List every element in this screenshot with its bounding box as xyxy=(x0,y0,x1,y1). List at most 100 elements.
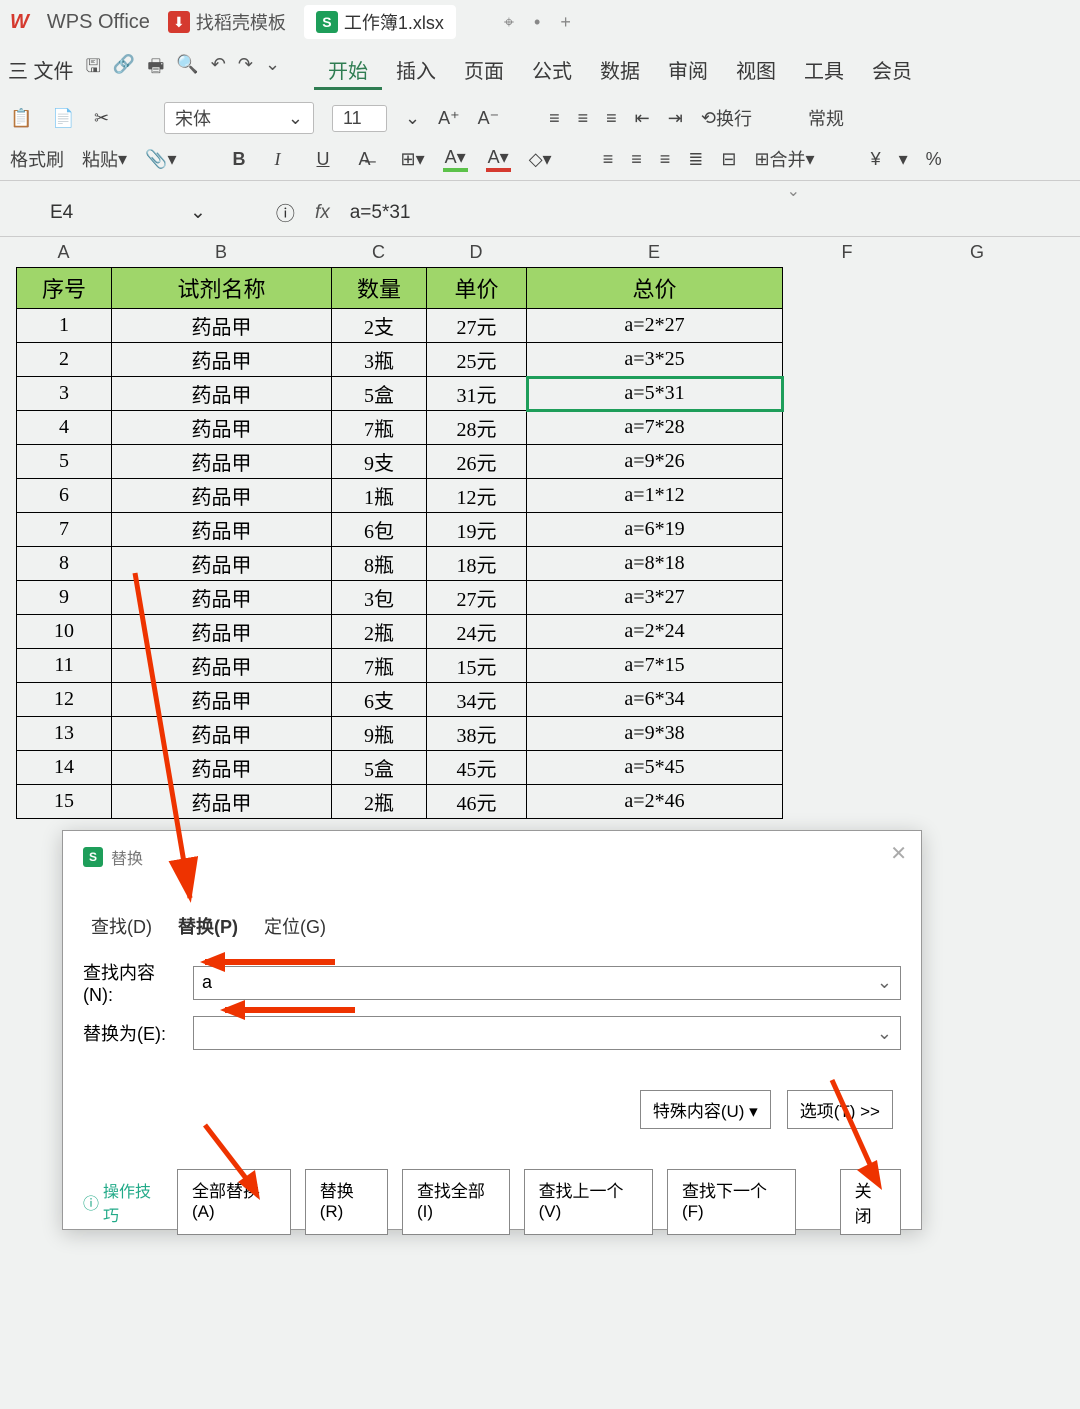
dialog-button-3[interactable]: 查找上一个(V) xyxy=(524,1169,653,1235)
dialog-button-1[interactable]: 替换(R) xyxy=(305,1169,388,1235)
menu-item-8[interactable]: 会员 xyxy=(858,57,926,87)
cell[interactable]: a=3*25 xyxy=(527,343,783,377)
underline-button[interactable]: U xyxy=(317,149,341,170)
fx-label[interactable]: fx xyxy=(315,202,330,224)
increase-font-icon[interactable]: A⁺ xyxy=(438,108,460,129)
menu-item-1[interactable]: 插入 xyxy=(382,57,450,87)
cell[interactable]: 7瓶 xyxy=(332,649,427,683)
cell[interactable]: a=7*28 xyxy=(527,411,783,445)
cell[interactable]: 1瓶 xyxy=(332,479,427,513)
table-header[interactable]: 序号 xyxy=(17,268,112,309)
font-size-dropdown-icon[interactable]: ⌄ xyxy=(405,108,420,129)
replace-input[interactable]: ⌄ xyxy=(193,1016,901,1050)
cell[interactable]: 药品甲 xyxy=(112,513,332,547)
cell[interactable]: 9瓶 xyxy=(332,717,427,751)
cell[interactable]: 药品甲 xyxy=(112,547,332,581)
table-header[interactable]: 总价 xyxy=(527,268,783,309)
indent-decrease-icon[interactable]: ⇤ xyxy=(635,108,650,129)
cell[interactable]: 12 xyxy=(17,683,112,717)
device-icon[interactable]: ⌖ xyxy=(504,12,514,33)
name-box[interactable]: E4 xyxy=(50,202,170,224)
menu-item-6[interactable]: 视图 xyxy=(722,57,790,87)
cell[interactable]: 15元 xyxy=(427,649,527,683)
chevron-down-icon[interactable]: ⌄ xyxy=(265,54,280,84)
cell[interactable]: 6 xyxy=(17,479,112,513)
new-tab-plus-icon[interactable]: + xyxy=(560,12,571,33)
cell[interactable]: 4 xyxy=(17,411,112,445)
number-format-select[interactable]: 常规 xyxy=(808,105,844,131)
cell[interactable]: 15 xyxy=(17,785,112,819)
justify-icon[interactable]: ≣ xyxy=(688,149,703,170)
cell[interactable]: 5 xyxy=(17,445,112,479)
fill-color-button[interactable]: A▾ xyxy=(443,147,468,172)
cell[interactable]: 药品甲 xyxy=(112,683,332,717)
dialog-button-0[interactable]: 全部替换(A) xyxy=(177,1169,291,1235)
currency-button[interactable]: ¥ xyxy=(871,149,881,170)
tips-link[interactable]: ⓘ 操作技巧 xyxy=(83,1178,163,1226)
undo-icon[interactable]: ↶ xyxy=(211,54,226,84)
cell[interactable]: 24元 xyxy=(427,615,527,649)
menu-item-5[interactable]: 审阅 xyxy=(654,57,722,87)
cell[interactable]: 10 xyxy=(17,615,112,649)
cell[interactable]: a=2*46 xyxy=(527,785,783,819)
col-header-E[interactable]: E xyxy=(526,242,782,263)
font-color-button[interactable]: A▾ xyxy=(486,147,511,172)
cell[interactable]: 25元 xyxy=(427,343,527,377)
cell[interactable]: 2瓶 xyxy=(332,785,427,819)
align-right-icon[interactable]: ≡ xyxy=(660,149,671,170)
wrap-text-button[interactable]: ⟲ 换行 xyxy=(701,105,752,131)
menu-item-0[interactable]: 开始 xyxy=(314,57,382,90)
cell[interactable]: a=8*18 xyxy=(527,547,783,581)
cell[interactable]: 34元 xyxy=(427,683,527,717)
dialog-button-4[interactable]: 查找下一个(F) xyxy=(667,1169,796,1235)
col-header-A[interactable]: A xyxy=(16,242,111,263)
cell[interactable]: 8瓶 xyxy=(332,547,427,581)
cell[interactable]: 6包 xyxy=(332,513,427,547)
cell[interactable]: 3包 xyxy=(332,581,427,615)
cell[interactable]: 38元 xyxy=(427,717,527,751)
cell[interactable]: 27元 xyxy=(427,581,527,615)
distribute-icon[interactable]: ⊟ xyxy=(721,149,736,170)
col-header-F[interactable]: F xyxy=(782,242,912,263)
file-menu[interactable]: 三 文件 xyxy=(8,55,74,84)
borders-button[interactable]: ⊞▾ xyxy=(401,149,425,170)
cut-icon[interactable]: ✂ xyxy=(94,108,118,129)
menu-item-3[interactable]: 公式 xyxy=(518,57,586,87)
table-header[interactable]: 数量 xyxy=(332,268,427,309)
cell[interactable]: 11 xyxy=(17,649,112,683)
cell[interactable]: 5盒 xyxy=(332,751,427,785)
ribbon-collapse-icon[interactable]: ⌄ xyxy=(787,181,800,189)
dialog-tab[interactable]: 查找(D) xyxy=(91,913,152,939)
table-header[interactable]: 单价 xyxy=(427,268,527,309)
cell[interactable]: a=5*31 xyxy=(527,377,783,411)
cell[interactable]: a=5*45 xyxy=(527,751,783,785)
menu-item-4[interactable]: 数据 xyxy=(586,57,654,87)
cell[interactable]: a=2*27 xyxy=(527,309,783,343)
cell[interactable]: 9 xyxy=(17,581,112,615)
find-input[interactable]: a⌄ xyxy=(193,966,901,1000)
cell[interactable]: a=9*26 xyxy=(527,445,783,479)
cell[interactable]: 46元 xyxy=(427,785,527,819)
cell[interactable]: 2支 xyxy=(332,309,427,343)
cell[interactable]: 药品甲 xyxy=(112,309,332,343)
paste-icon[interactable]: 📄 xyxy=(52,108,76,129)
cell[interactable]: a=7*15 xyxy=(527,649,783,683)
col-header-G[interactable]: G xyxy=(912,242,1042,263)
cell[interactable]: 药品甲 xyxy=(112,751,332,785)
cell[interactable]: 13 xyxy=(17,717,112,751)
bold-button[interactable]: B xyxy=(233,149,257,170)
font-name-select[interactable]: 宋体⌄ xyxy=(164,102,314,134)
cell[interactable]: 药品甲 xyxy=(112,649,332,683)
cell[interactable]: 7 xyxy=(17,513,112,547)
align-left-icon[interactable]: ≡ xyxy=(603,149,614,170)
indent-increase-icon[interactable]: ⇥ xyxy=(668,108,683,129)
cell[interactable]: 药品甲 xyxy=(112,615,332,649)
align-center-icon[interactable]: ≡ xyxy=(631,149,642,170)
cell[interactable]: a=9*38 xyxy=(527,717,783,751)
cell[interactable]: 药品甲 xyxy=(112,377,332,411)
cell[interactable]: 9支 xyxy=(332,445,427,479)
merge-button[interactable]: ⊞ 合并▾ xyxy=(754,146,814,172)
help-icon[interactable]: ⓘ xyxy=(276,199,295,226)
cell[interactable]: 药品甲 xyxy=(112,479,332,513)
cell[interactable]: 27元 xyxy=(427,309,527,343)
